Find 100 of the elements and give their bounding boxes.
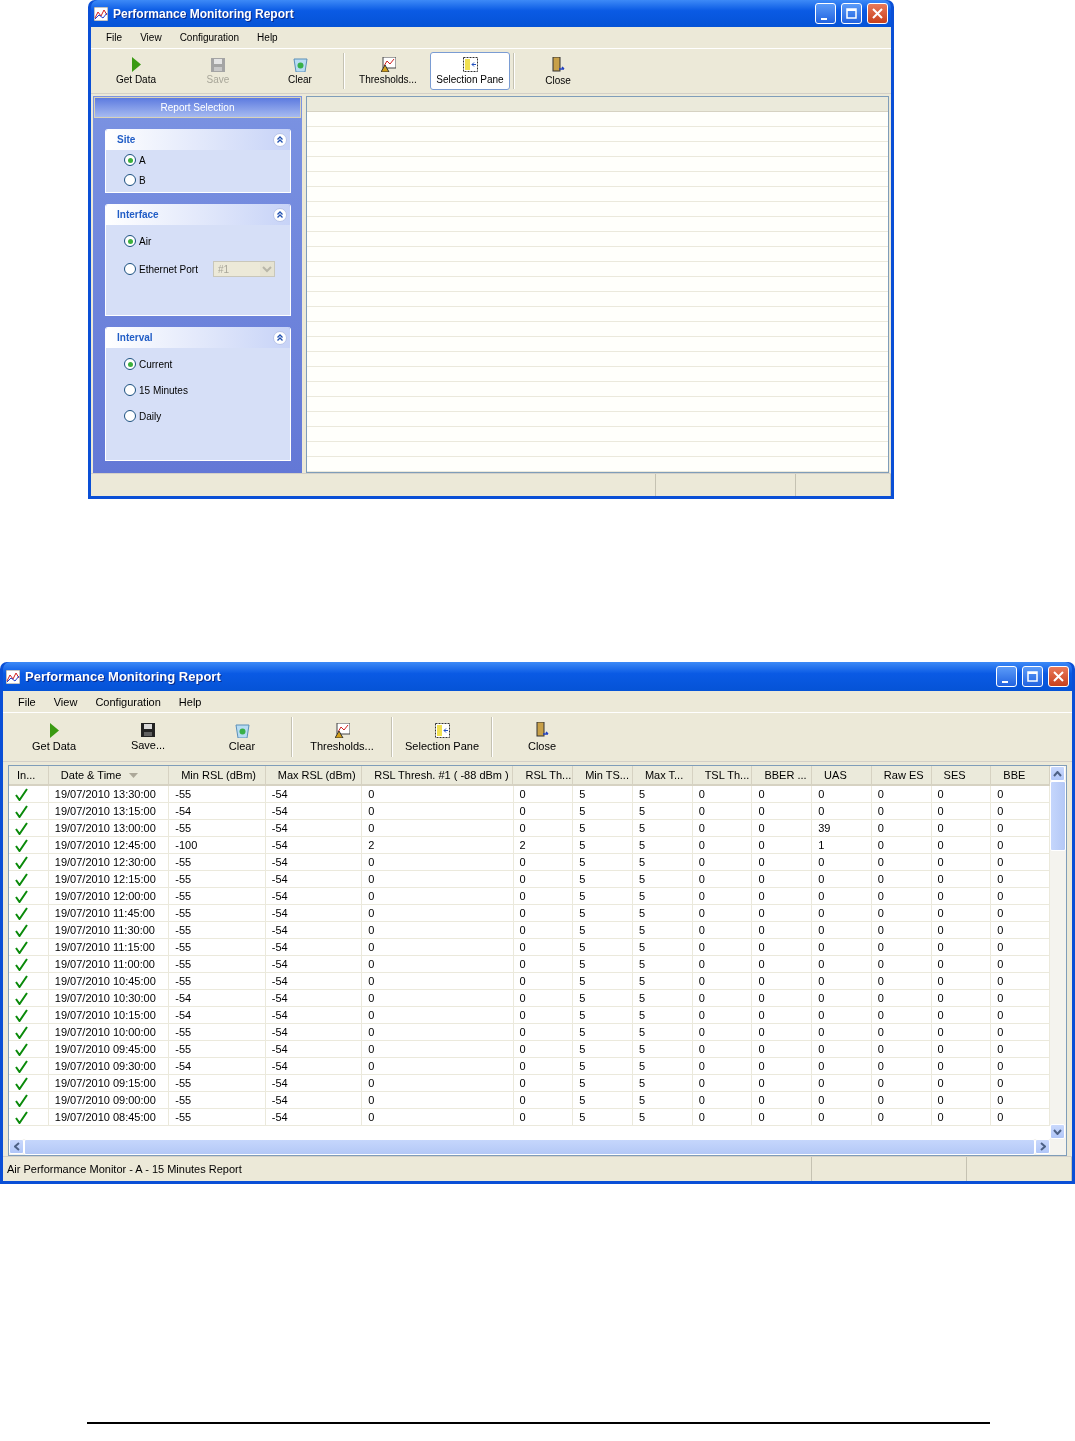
- menu-item[interactable]: Configuration: [170, 32, 249, 43]
- table-cell: 5: [632, 803, 693, 820]
- table-cell: 0: [752, 820, 813, 837]
- menu-item[interactable]: Help: [248, 32, 287, 43]
- column-header[interactable]: Max RSL (dBm): [265, 766, 363, 784]
- menu-item[interactable]: File: [97, 32, 132, 43]
- table-cell: 0: [752, 990, 813, 1007]
- table-cell: 0: [871, 1092, 932, 1109]
- collapse-icon[interactable]: [273, 207, 287, 222]
- scroll-down-icon[interactable]: [1053, 1128, 1062, 1135]
- menu-item[interactable]: Configuration: [86, 695, 170, 708]
- table-cell: 0: [812, 888, 872, 905]
- collapse-icon[interactable]: [273, 330, 287, 345]
- table-cell: 19/07/2010 11:00:00: [48, 956, 170, 973]
- table-cell: 5: [632, 939, 693, 956]
- table-cell: 0: [692, 803, 753, 820]
- toolbar-button[interactable]: Thresholds...: [348, 52, 428, 90]
- table-cell: -54: [265, 939, 363, 956]
- column-header[interactable]: Min TS...: [573, 766, 633, 784]
- table-cell: 0: [752, 1058, 813, 1075]
- table-cell: 0: [362, 956, 514, 973]
- scroll-up-icon[interactable]: [1053, 770, 1062, 777]
- column-header[interactable]: SES: [931, 766, 992, 784]
- menu-item[interactable]: File: [9, 695, 45, 708]
- table-cell: 0: [812, 803, 872, 820]
- checkmark-icon: [15, 1059, 28, 1073]
- table-cell: 19/07/2010 11:15:00: [48, 939, 170, 956]
- menu-item[interactable]: View: [131, 32, 171, 43]
- column-header[interactable]: Min RSL (dBm): [169, 766, 266, 784]
- table-cell: 0: [362, 905, 514, 922]
- menu-item[interactable]: View: [44, 695, 87, 708]
- toolbar-button[interactable]: Close: [518, 52, 598, 90]
- app-icon: [94, 6, 108, 21]
- toolbar-button[interactable]: Selection Pane: [396, 716, 488, 758]
- column-header[interactable]: RSL Th...: [513, 766, 574, 784]
- radio-button[interactable]: [124, 410, 136, 422]
- status-text: Air Performance Monitor - A - 15 Minutes Report: [7, 1163, 242, 1175]
- table-cell: 0: [513, 973, 574, 990]
- table-cell: -54: [265, 905, 363, 922]
- minimize-button[interactable]: [815, 3, 836, 24]
- table-cell: -54: [265, 1024, 363, 1041]
- table-cell: 0: [812, 1109, 872, 1126]
- table-cell: -54: [265, 820, 363, 837]
- window-title: Performance Monitoring Report: [25, 669, 222, 684]
- column-header[interactable]: Raw ES: [871, 766, 932, 784]
- radio-button[interactable]: [124, 154, 136, 166]
- close-button[interactable]: [1048, 666, 1069, 687]
- scroll-left-icon[interactable]: [13, 1142, 20, 1151]
- radio-button[interactable]: [124, 358, 136, 370]
- table-cell: 0: [871, 1041, 932, 1058]
- vertical-scrollbar[interactable]: [1050, 766, 1066, 1139]
- close-button[interactable]: [867, 3, 888, 24]
- radio-button[interactable]: [124, 174, 136, 186]
- toolbar-button[interactable]: Clear: [196, 716, 288, 758]
- toolbar-button[interactable]: Clear: [260, 52, 340, 90]
- radio-button[interactable]: [124, 235, 136, 247]
- table-cell: 0: [871, 956, 932, 973]
- column-header[interactable]: BBER ...: [752, 766, 813, 784]
- column-header[interactable]: Date & Time: [48, 766, 170, 784]
- pane-icon: [434, 722, 450, 738]
- table-cell: 0: [812, 871, 872, 888]
- scroll-right-icon[interactable]: [1039, 1142, 1046, 1151]
- table-cell: 0: [871, 820, 932, 837]
- table-cell: 0: [752, 803, 813, 820]
- menu-item[interactable]: Help: [169, 695, 211, 708]
- toolbar-button[interactable]: Get Data: [8, 716, 100, 758]
- table-cell: 0: [752, 837, 813, 854]
- toolbar-button[interactable]: Get Data: [96, 52, 176, 90]
- table-cell: 0: [752, 888, 813, 905]
- table-cell: 0: [513, 871, 574, 888]
- scroll-thumb[interactable]: [1050, 781, 1066, 851]
- table-cell: 19/07/2010 12:30:00: [48, 854, 170, 871]
- toolbar-button[interactable]: Selection Pane: [430, 52, 510, 90]
- radio-button[interactable]: [124, 384, 136, 396]
- toolbar-button[interactable]: Close: [496, 716, 588, 758]
- column-header[interactable]: Max T...: [632, 766, 693, 784]
- table-cell: -100: [169, 837, 266, 854]
- table-cell: 0: [931, 990, 992, 1007]
- table-cell: 19/07/2010 11:45:00: [48, 905, 170, 922]
- table-cell: 0: [692, 1024, 753, 1041]
- column-header[interactable]: UAS: [812, 766, 872, 784]
- table-cell: 0: [752, 854, 813, 871]
- table-cell: 0: [513, 1007, 574, 1024]
- toolbar-button[interactable]: Save...: [102, 716, 194, 758]
- table-cell: 5: [632, 1092, 693, 1109]
- maximize-button[interactable]: [841, 3, 862, 24]
- column-header[interactable]: In...: [9, 766, 49, 784]
- table-cell: 0: [752, 939, 813, 956]
- column-header[interactable]: TSL Th...: [692, 766, 753, 784]
- table-cell: 19/07/2010 12:00:00: [48, 888, 170, 905]
- minimize-icon: [1001, 680, 1008, 683]
- collapse-icon[interactable]: [273, 132, 287, 147]
- table-cell: 5: [573, 973, 633, 990]
- table-cell: 0: [513, 888, 574, 905]
- column-header[interactable]: RSL Thresh. #1 ( -88 dBm ): [362, 766, 514, 784]
- toolbar-button[interactable]: Thresholds...: [296, 716, 388, 758]
- table-cell: 5: [573, 905, 633, 922]
- radio-button[interactable]: [124, 263, 136, 275]
- minimize-button[interactable]: [996, 666, 1017, 687]
- maximize-button[interactable]: [1022, 666, 1043, 687]
